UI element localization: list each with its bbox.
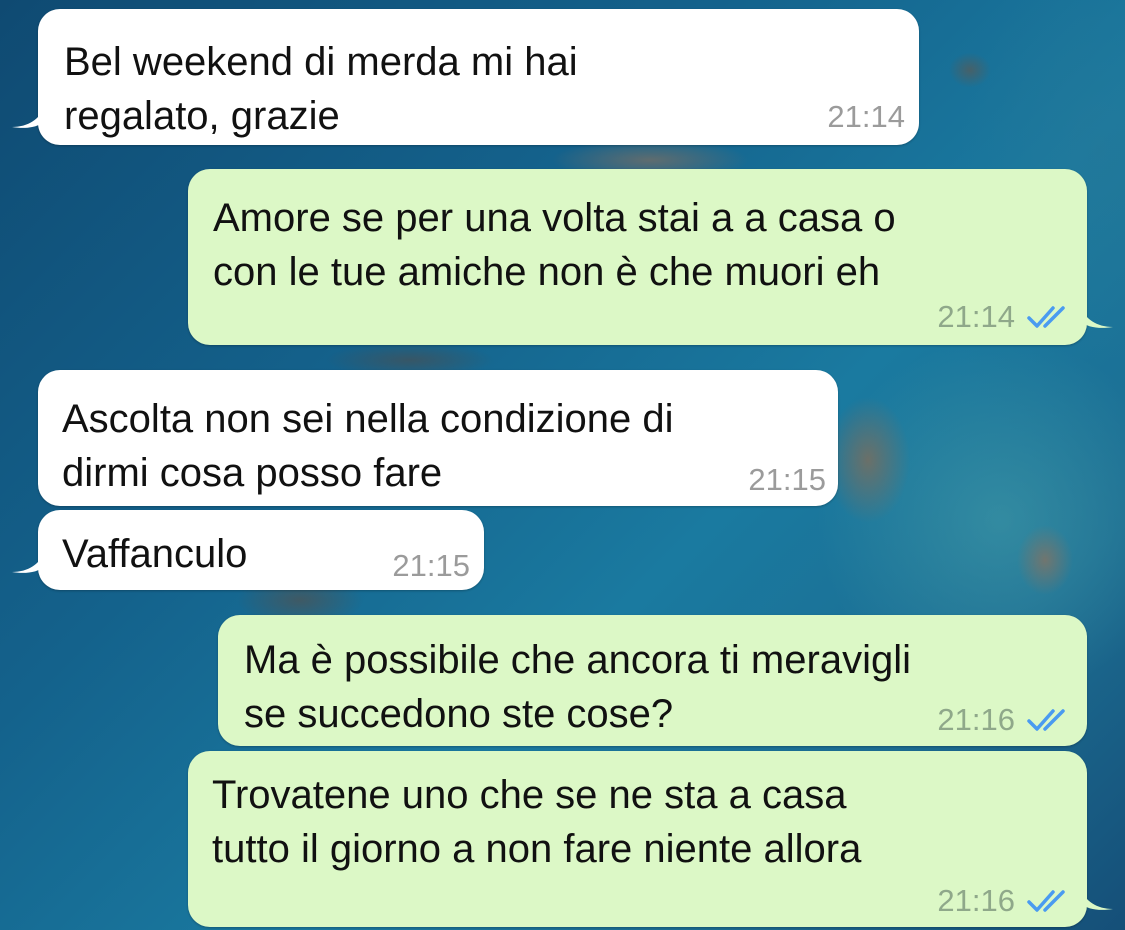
message-time: 21:16: [937, 702, 1015, 737]
double-check-icon: [1027, 890, 1065, 912]
message-text: Bel weekend di merda mi hai regalato, gr…: [64, 40, 578, 138]
message-text: Amore se per una volta stai a a casa o c…: [213, 196, 896, 294]
outgoing-message-bubble[interactable]: Amore se per una volta stai a a casa o c…: [188, 169, 1113, 345]
message-meta: 21:14: [937, 299, 1073, 335]
message-time: 21:15: [392, 548, 470, 583]
message-meta: 21:16: [937, 883, 1073, 919]
incoming-message-bubble[interactable]: Bel weekend di merda mi hai regalato, gr…: [12, 9, 919, 145]
bubble-tail: [1081, 889, 1113, 910]
message-time: 21:14: [937, 299, 1015, 334]
outgoing-message-bubble[interactable]: Ma è possibile che ancora ti meravigli s…: [218, 615, 1087, 746]
message-meta: 21:15: [392, 548, 470, 584]
message-meta: 21:14: [827, 99, 905, 135]
double-check-icon: [1027, 709, 1065, 731]
bubble-tail: [1081, 307, 1113, 328]
message-meta: 21:15: [748, 462, 826, 498]
double-check-icon: [1027, 306, 1065, 328]
message-time: 21:16: [937, 883, 1015, 918]
incoming-message-bubble[interactable]: Ascolta non sei nella condizione di dirm…: [38, 370, 838, 506]
bubble-tail: [12, 552, 44, 573]
message-time: 21:14: [827, 99, 905, 134]
outgoing-message-bubble[interactable]: Trovatene uno che se ne sta a casa tutto…: [188, 751, 1113, 927]
bubble-tail: [12, 107, 44, 128]
message-text: Ascolta non sei nella condizione di dirm…: [62, 397, 674, 495]
incoming-message-bubble[interactable]: Vaffanculo 21:15: [12, 510, 484, 590]
message-meta: 21:16: [937, 702, 1073, 738]
message-text: Trovatene uno che se ne sta a casa tutto…: [212, 773, 862, 871]
message-time: 21:15: [748, 462, 826, 497]
